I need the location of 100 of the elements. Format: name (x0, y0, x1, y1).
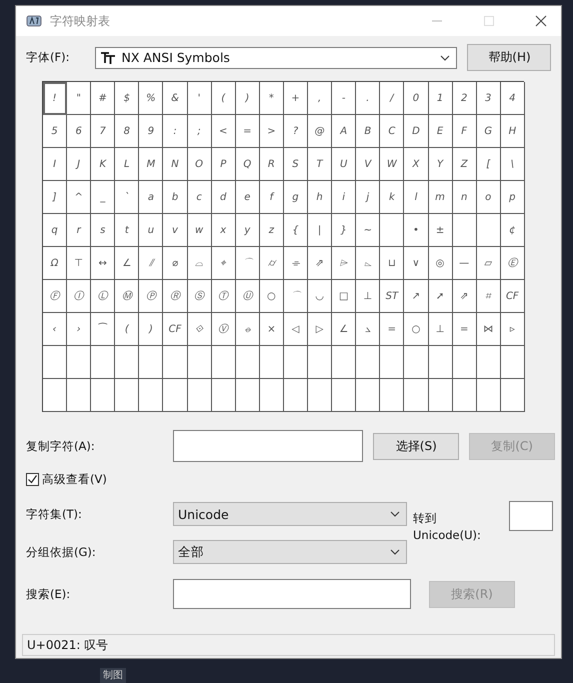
character-cell[interactable]: N (163, 148, 188, 181)
character-cell[interactable] (139, 379, 164, 412)
character-cell[interactable]: = (452, 313, 477, 346)
character-cell[interactable]: = (236, 115, 260, 148)
character-cell[interactable]: ST (380, 280, 404, 313)
character-cell[interactable]: 1 (428, 82, 453, 115)
character-cell[interactable]: < (212, 115, 236, 148)
character-cell[interactable]: , (308, 82, 332, 115)
character-cell[interactable]: — (452, 247, 477, 280)
character-cell[interactable]: e (236, 181, 260, 214)
character-cell[interactable]: n (452, 181, 477, 214)
character-cell[interactable]: z (260, 214, 284, 247)
character-cell[interactable]: ○ (404, 313, 428, 346)
character-cell[interactable]: ⌲ (332, 247, 356, 280)
character-cell[interactable]: ⌗ (476, 280, 501, 313)
character-cell[interactable]: ] (43, 181, 68, 214)
character-cell[interactable]: CF (163, 313, 188, 346)
character-cell[interactable] (188, 346, 212, 379)
character-cell[interactable]: ⦵ (236, 313, 260, 346)
character-cell[interactable]: = (380, 313, 404, 346)
character-cell[interactable]: Ⓢ (188, 280, 212, 313)
character-cell[interactable] (115, 379, 140, 412)
character-cell[interactable]: 5 (43, 115, 68, 148)
character-cell[interactable]: D (404, 115, 428, 148)
character-cell[interactable]: ~ (356, 214, 380, 247)
character-cell[interactable] (332, 346, 356, 379)
character-cell[interactable] (428, 346, 453, 379)
character-cell[interactable]: A (332, 115, 356, 148)
character-cell[interactable]: ' (188, 82, 212, 115)
character-cell[interactable]: . (356, 82, 380, 115)
character-cell[interactable]: V (356, 148, 380, 181)
character-cell[interactable]: { (284, 214, 308, 247)
character-cell[interactable]: ⌓ (188, 247, 212, 280)
character-cell[interactable] (212, 379, 236, 412)
character-cell[interactable]: C (380, 115, 404, 148)
character-cell[interactable]: & (163, 82, 188, 115)
character-cell[interactable]: : (163, 115, 188, 148)
character-cell[interactable] (452, 214, 477, 247)
character-cell[interactable] (356, 379, 380, 412)
character-cell[interactable]: ▱ (476, 247, 501, 280)
character-cell[interactable]: ⋈ (476, 313, 501, 346)
character-cell[interactable]: ⟐ (188, 313, 212, 346)
font-dropdown[interactable]: NX ANSI Symbols (95, 46, 458, 68)
character-cell[interactable]: P (212, 148, 236, 181)
advanced-view-checkbox[interactable] (26, 473, 39, 486)
character-cell[interactable]: J (67, 148, 92, 181)
character-cell[interactable]: 9 (139, 115, 164, 148)
character-cell[interactable]: 7 (91, 115, 116, 148)
select-button[interactable]: 选择(S) (373, 432, 460, 460)
character-cell[interactable] (476, 214, 501, 247)
character-cell[interactable] (500, 379, 525, 412)
character-cell[interactable]: F (452, 115, 477, 148)
character-cell[interactable] (43, 379, 68, 412)
character-cell[interactable]: CF (500, 280, 525, 313)
character-cell[interactable]: ⌀ (163, 247, 188, 280)
character-cell[interactable] (260, 346, 284, 379)
character-cell[interactable]: a (139, 181, 164, 214)
character-cell[interactable]: ▹ (500, 313, 525, 346)
character-cell[interactable]: ⊥ (356, 280, 380, 313)
character-cell[interactable] (236, 379, 260, 412)
character-cell[interactable]: Ⓜ (115, 280, 140, 313)
character-cell[interactable]: v (163, 214, 188, 247)
character-cell[interactable]: d (212, 181, 236, 214)
character-cell[interactable]: y (236, 214, 260, 247)
character-cell[interactable]: ➚ (428, 280, 453, 313)
character-cell[interactable]: ⌖ (212, 247, 236, 280)
character-cell[interactable]: # (91, 82, 116, 115)
group-by-dropdown[interactable]: 全部 (173, 540, 407, 564)
character-cell[interactable]: % (139, 82, 164, 115)
character-cell[interactable]: + (284, 82, 308, 115)
character-cell[interactable]: ◁ (284, 313, 308, 346)
character-cell[interactable]: w (188, 214, 212, 247)
character-cell[interactable] (260, 379, 284, 412)
character-cell[interactable] (91, 379, 116, 412)
character-cell[interactable]: 2 (452, 82, 477, 115)
character-cell[interactable]: [ (476, 148, 501, 181)
character-cell[interactable]: I (43, 148, 68, 181)
character-cell[interactable]: 3 (476, 82, 501, 115)
character-cell[interactable]: Ⓔ (500, 247, 525, 280)
character-cell[interactable]: ▷ (308, 313, 332, 346)
character-cell[interactable]: 6 (67, 115, 92, 148)
character-cell[interactable]: * (260, 82, 284, 115)
character-cell[interactable] (308, 346, 332, 379)
character-cell[interactable]: ± (428, 214, 453, 247)
character-cell[interactable]: " (67, 82, 92, 115)
character-cell[interactable]: O (188, 148, 212, 181)
character-cell[interactable]: ^ (67, 181, 92, 214)
character-cell[interactable]: @ (308, 115, 332, 148)
character-cell[interactable]: ? (284, 115, 308, 148)
character-cell[interactable]: ‹ (43, 313, 68, 346)
character-cell[interactable]: p (500, 181, 525, 214)
character-cell[interactable]: Q (236, 148, 260, 181)
character-cell[interactable]: U (332, 148, 356, 181)
character-cell[interactable]: E (428, 115, 453, 148)
character-cell[interactable]: ( (212, 82, 236, 115)
character-cell[interactable] (452, 346, 477, 379)
character-cell[interactable]: c (188, 181, 212, 214)
character-cell[interactable] (212, 346, 236, 379)
character-cell[interactable] (380, 214, 404, 247)
character-cell[interactable]: ⌒ (284, 280, 308, 313)
